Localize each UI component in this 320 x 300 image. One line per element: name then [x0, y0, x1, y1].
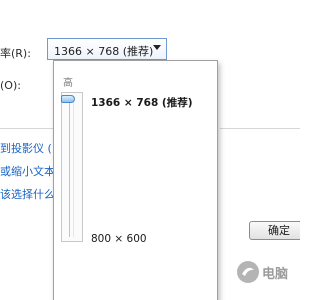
watermark-logo-icon: [237, 261, 259, 283]
resolution-slider-groove: [69, 97, 74, 237]
slider-high-label: 高: [63, 78, 73, 89]
site-watermark: 电脑: [232, 258, 300, 294]
ok-button[interactable]: 确定: [249, 221, 300, 240]
resolution-slider-thumb[interactable]: [61, 95, 75, 103]
watermark-text: 电脑: [262, 267, 289, 282]
resolution-label: 率(R):: [0, 47, 31, 60]
resolution-option-recommended[interactable]: 1366 × 768 (推荐): [91, 95, 193, 110]
resolution-combobox-value: 1366 × 768 (推荐): [54, 45, 154, 58]
top-area: [0, 0, 300, 32]
projector-link[interactable]: 到投影仪 (: [0, 140, 52, 156]
chevron-down-icon[interactable]: [153, 45, 161, 50]
orientation-label: (O):: [0, 79, 21, 92]
section-divider: [0, 128, 55, 129]
text-size-link[interactable]: 或缩小文本: [0, 163, 55, 179]
help-settings-link[interactable]: 该选择什么: [0, 186, 55, 202]
resolution-combobox[interactable]: 1366 × 768 (推荐): [47, 38, 167, 60]
resolution-option-low[interactable]: 800 × 600: [91, 233, 147, 245]
section-divider-right: [220, 128, 300, 129]
display-settings-window: 率(R): (O): 1366 × 768 (推荐) 到投影仪 ( 或缩小文本 …: [0, 0, 300, 300]
